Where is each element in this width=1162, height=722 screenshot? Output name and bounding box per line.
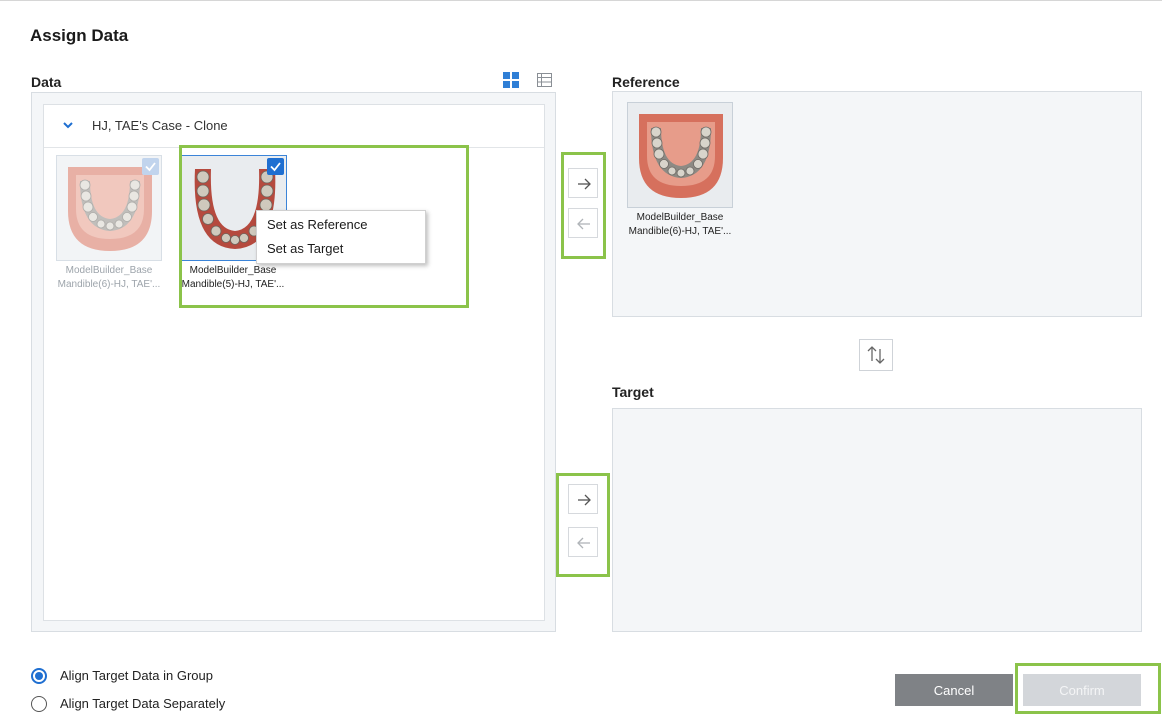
data-section-label: Data (31, 74, 62, 90)
mandible-model-image (638, 113, 724, 199)
radio-unselected-icon[interactable] (31, 696, 47, 712)
data-item-thumbnail[interactable] (56, 155, 162, 261)
remove-from-reference-button[interactable] (568, 208, 598, 238)
checkbox-checked-icon[interactable] (142, 158, 159, 175)
cancel-button[interactable]: Cancel (895, 674, 1013, 706)
data-item-name: ModelBuilder_Base Mandible(6)-HJ, TAE'..… (57, 265, 161, 290)
move-to-target-button[interactable] (568, 484, 598, 514)
reference-item-thumbnail[interactable] (627, 102, 733, 208)
radio-selected-icon[interactable] (31, 668, 47, 684)
list-view-icon[interactable] (537, 73, 552, 87)
option-align-in-group-label: Align Target Data in Group (60, 668, 213, 683)
top-divider (0, 0, 1162, 1)
arrow-right-icon (578, 494, 591, 506)
grid-view-icon[interactable] (503, 72, 519, 88)
data-item-name: ModelBuilder_Base Mandible(5)-HJ, TAE'..… (181, 265, 285, 290)
reference-item-name: ModelBuilder_Base Mandible(6)-HJ, TAE'..… (628, 212, 732, 237)
confirm-button[interactable]: Confirm (1023, 674, 1141, 706)
arrow-left-icon (577, 537, 590, 549)
option-align-separately-label: Align Target Data Separately (60, 696, 226, 711)
target-section-label: Target (612, 384, 654, 400)
arrow-left-icon (577, 218, 590, 230)
case-group-title: HJ, TAE's Case - Clone (92, 118, 228, 133)
context-menu: Set as Reference Set as Target (256, 210, 426, 264)
checkbox-checked-icon[interactable] (267, 158, 284, 175)
target-panel (612, 408, 1142, 632)
move-to-reference-button[interactable] (568, 168, 598, 198)
dialog-title: Assign Data (30, 26, 129, 45)
menu-item-set-as-target[interactable]: Set as Target (267, 241, 343, 256)
arrow-right-icon (578, 178, 591, 190)
chevron-down-icon[interactable] (62, 119, 74, 131)
swap-reference-target-button[interactable] (859, 339, 893, 371)
menu-item-set-as-reference[interactable]: Set as Reference (267, 217, 367, 232)
case-group-header[interactable]: HJ, TAE's Case - Clone (44, 105, 544, 148)
reference-section-label: Reference (612, 74, 680, 90)
remove-from-target-button[interactable] (568, 527, 598, 557)
swap-arrows-icon (867, 346, 885, 364)
